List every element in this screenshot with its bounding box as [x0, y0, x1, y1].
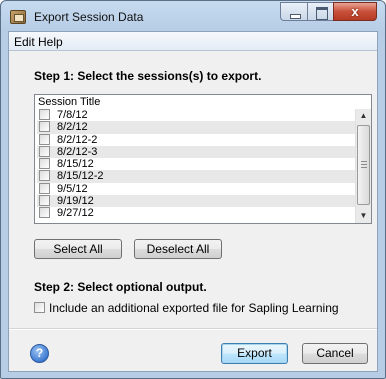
- deselect-all-button[interactable]: Deselect All: [134, 239, 222, 259]
- scrollbar-grip: [361, 161, 367, 168]
- session-row[interactable]: 8/15/12: [37, 158, 355, 170]
- step2-heading: Step 2: Select optional output.: [34, 280, 207, 294]
- session-row[interactable]: 8/2/12-3: [37, 145, 355, 159]
- session-checkbox[interactable]: [39, 158, 50, 170]
- column-header-session-title[interactable]: Session Title: [35, 95, 371, 109]
- session-row[interactable]: 8/2/12-2: [37, 133, 355, 146]
- session-listbox[interactable]: Session Title 7/8/12 8/2/12 8/2/12-2 8/2…: [34, 94, 372, 224]
- scrollbar-thumb[interactable]: [357, 125, 370, 205]
- export-app-icon: [10, 10, 26, 24]
- caption-buttons: x: [280, 2, 377, 21]
- session-row[interactable]: 7/8/12: [37, 109, 355, 121]
- menu-edit[interactable]: Edit: [14, 35, 35, 49]
- help-icon[interactable]: ?: [30, 344, 49, 363]
- session-checkbox[interactable]: [39, 195, 50, 207]
- title-bar[interactable]: Export Session Data x: [1, 1, 385, 31]
- session-checkbox[interactable]: [39, 133, 50, 145]
- sapling-export-label[interactable]: Include an additional exported file for …: [49, 301, 339, 315]
- session-label: 8/15/12-2: [57, 170, 104, 183]
- close-glyph: x: [351, 4, 359, 19]
- session-rows: 7/8/12 8/2/12 8/2/12-2 8/2/12-3 8/15/12: [37, 109, 355, 223]
- minimize-icon[interactable]: [280, 2, 307, 21]
- sapling-export-checkbox[interactable]: [34, 302, 45, 313]
- select-all-button[interactable]: Select All: [34, 239, 122, 259]
- scroll-up-arrow-icon[interactable]: ▲: [356, 109, 371, 123]
- session-row[interactable]: 9/5/12: [37, 182, 355, 195]
- maximize-icon[interactable]: [307, 2, 333, 21]
- export-session-dialog: Export Session Data x Edit Help Step 1: …: [0, 0, 386, 379]
- session-checkbox[interactable]: [39, 182, 50, 194]
- window-title: Export Session Data: [34, 10, 144, 24]
- session-label: 8/2/12-2: [57, 133, 98, 146]
- session-checkbox[interactable]: [39, 109, 50, 120]
- step1-heading: Step 1: Select the sessions(s) to export…: [34, 69, 262, 83]
- dialog-client-area: Edit Help Step 1: Select the sessions(s)…: [8, 31, 378, 372]
- export-button[interactable]: Export: [221, 343, 288, 364]
- session-checkbox[interactable]: [39, 170, 50, 182]
- session-row[interactable]: 8/2/12: [37, 121, 355, 134]
- session-label: 8/2/12-3: [57, 145, 98, 158]
- session-row[interactable]: 8/15/12-2: [37, 170, 355, 183]
- session-checkbox[interactable]: [39, 121, 50, 133]
- session-label: 8/15/12: [57, 158, 94, 171]
- session-label: 9/19/12: [57, 195, 94, 208]
- cancel-button[interactable]: Cancel: [302, 343, 368, 364]
- vertical-scrollbar[interactable]: ▲ ▼: [355, 109, 371, 223]
- menu-help[interactable]: Help: [38, 35, 63, 49]
- menu-bar: Edit Help: [9, 32, 377, 51]
- session-row[interactable]: 9/27/12: [37, 207, 355, 219]
- scroll-down-arrow-icon[interactable]: ▼: [356, 209, 371, 223]
- session-label: 9/27/12: [57, 207, 94, 220]
- session-label: 8/2/12: [57, 121, 88, 134]
- footer-separator: [9, 328, 377, 330]
- close-icon[interactable]: x: [333, 2, 377, 21]
- session-row[interactable]: 9/19/12: [37, 195, 355, 208]
- session-label: 9/5/12: [57, 182, 88, 195]
- session-checkbox[interactable]: [39, 145, 50, 157]
- session-checkbox[interactable]: [39, 207, 50, 219]
- session-label: 7/8/12: [57, 109, 88, 121]
